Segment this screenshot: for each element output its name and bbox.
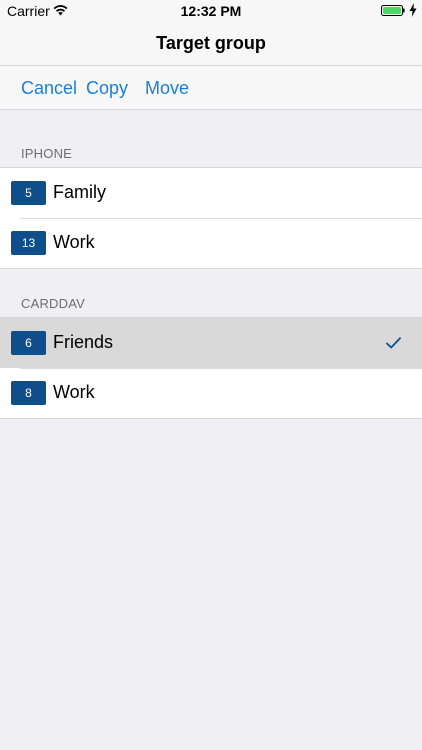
group-list-carddav: 6 Friends 8 Work — [0, 317, 422, 419]
copy-button[interactable]: Copy — [86, 78, 128, 99]
group-row-work-carddav[interactable]: 8 Work — [0, 368, 422, 418]
group-list-iphone: 5 Family 13 Work — [0, 167, 422, 269]
move-button[interactable]: Move — [145, 78, 189, 99]
group-label: Work — [53, 232, 95, 252]
page-title: Target group — [156, 33, 266, 53]
count-badge: 13 — [11, 231, 46, 255]
action-toolbar: Cancel Copy Move — [0, 66, 422, 110]
group-label: Family — [53, 182, 106, 202]
group-label: Work — [53, 382, 95, 402]
charging-bolt-icon — [409, 3, 417, 17]
checkmark-icon — [386, 337, 401, 349]
clock-time: 12:32 PM — [180, 3, 242, 19]
section-header-carddav: CARDDAV — [21, 296, 86, 311]
status-bar: Carrier 12:32 PM — [0, 0, 422, 22]
group-row-family[interactable]: 5 Family — [0, 168, 422, 218]
count-badge: 8 — [11, 381, 46, 405]
section-header-iphone: IPHONE — [21, 146, 73, 161]
navigation-bar: Target group — [0, 22, 422, 66]
group-label: Friends — [53, 332, 114, 352]
count-badge: 6 — [11, 331, 46, 355]
cancel-button[interactable]: Cancel — [21, 78, 77, 99]
count-badge: 5 — [11, 181, 46, 205]
battery-icon — [381, 5, 405, 16]
group-row-friends[interactable]: 6 Friends — [0, 318, 422, 368]
group-row-work-iphone[interactable]: 13 Work — [0, 218, 422, 268]
